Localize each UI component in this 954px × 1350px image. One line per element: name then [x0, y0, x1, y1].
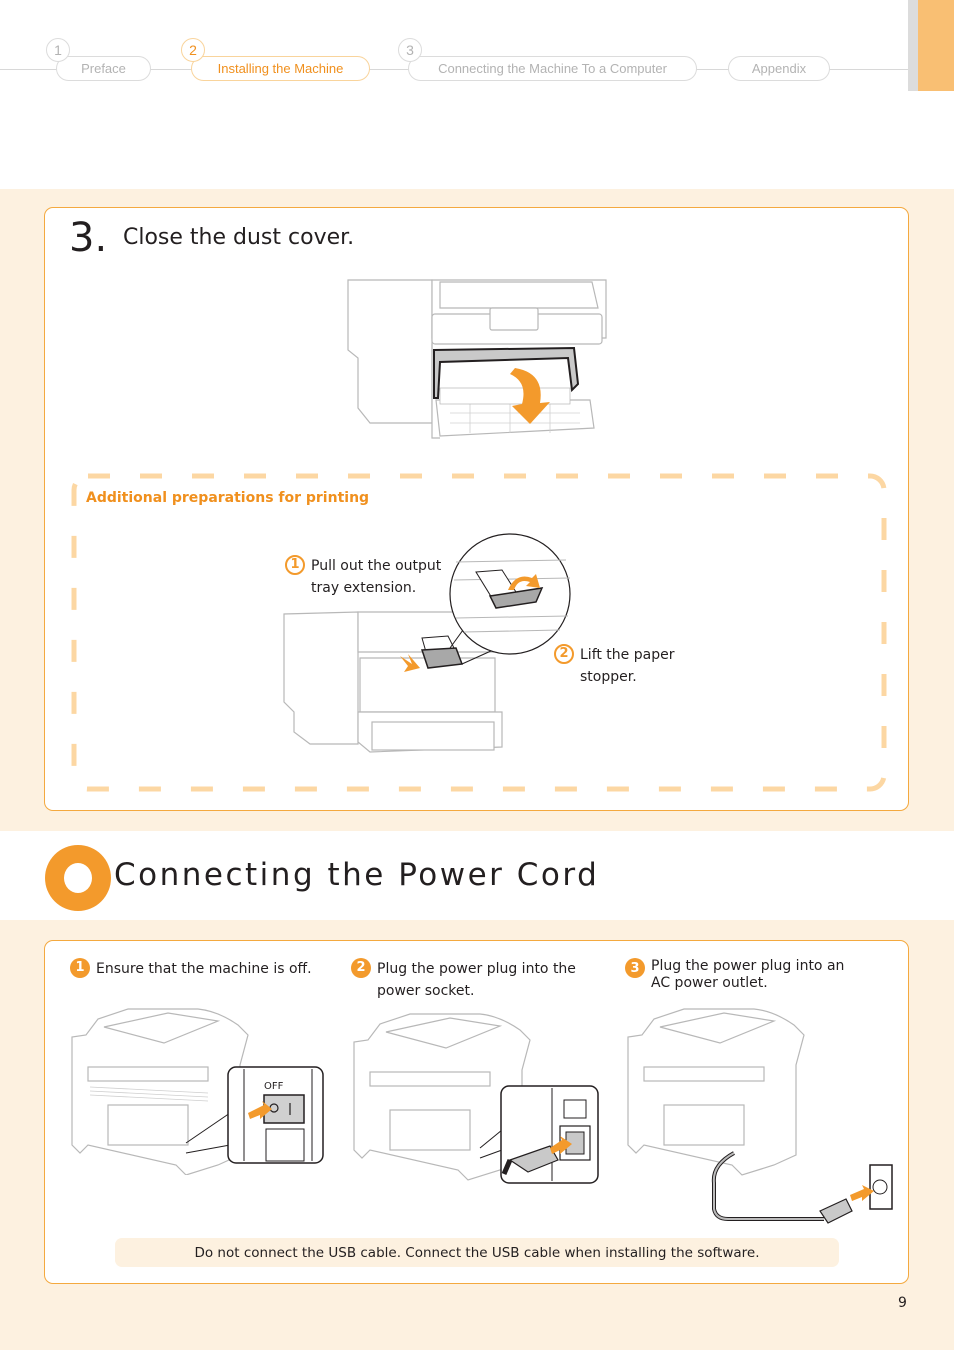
nav-number-1: 1	[46, 38, 70, 62]
power-step-2: 2 Plug the power plug into the power soc…	[351, 958, 576, 1002]
page-number: 9	[898, 1295, 907, 1311]
nav-number-2: 2	[181, 38, 205, 62]
off-label: OFF	[264, 1081, 284, 1092]
nav-number-3: 3	[398, 38, 422, 62]
side-tab-orange	[918, 0, 954, 91]
usb-note: Do not connect the USB cable. Connect th…	[115, 1238, 839, 1267]
plug-socket-illustration	[350, 1010, 600, 1185]
nav-tab-appendix[interactable]: Appendix	[728, 56, 830, 81]
power-step-3: 3 Plug the power plug into an AC power o…	[625, 958, 844, 992]
side-tab-grey	[908, 0, 918, 91]
step-number-circle: 1	[70, 958, 90, 978]
nav-tab-connecting-to-computer[interactable]: Connecting the Machine To a Computer	[408, 56, 697, 81]
nav-tab-label: Installing the Machine	[217, 61, 344, 76]
step-title: Close the dust cover.	[123, 225, 355, 250]
nav-tab-label: Preface	[81, 61, 126, 76]
step-number: 3.	[69, 215, 108, 261]
ac-outlet-illustration	[624, 1005, 896, 1225]
nav-tab-preface[interactable]: Preface	[56, 56, 151, 81]
step-number-circle: 3	[625, 958, 645, 978]
dust-cover-illustration	[340, 278, 610, 443]
section-bullet-icon	[44, 844, 112, 912]
power-step-1: 1 Ensure that the machine is off.	[70, 958, 312, 980]
machine-off-illustration: OFF	[68, 1005, 328, 1175]
nav-tab-installing-the-machine[interactable]: Installing the Machine	[191, 56, 370, 81]
step-number-circle: 2	[351, 958, 371, 978]
nav-tab-label: Appendix	[751, 61, 807, 76]
section-title: Connecting the Power Cord	[114, 857, 600, 893]
output-tray-illustration	[280, 532, 575, 757]
additional-title: Additional preparations for printing	[86, 490, 370, 506]
nav-tab-label: Connecting the Machine To a Computer	[438, 61, 667, 76]
